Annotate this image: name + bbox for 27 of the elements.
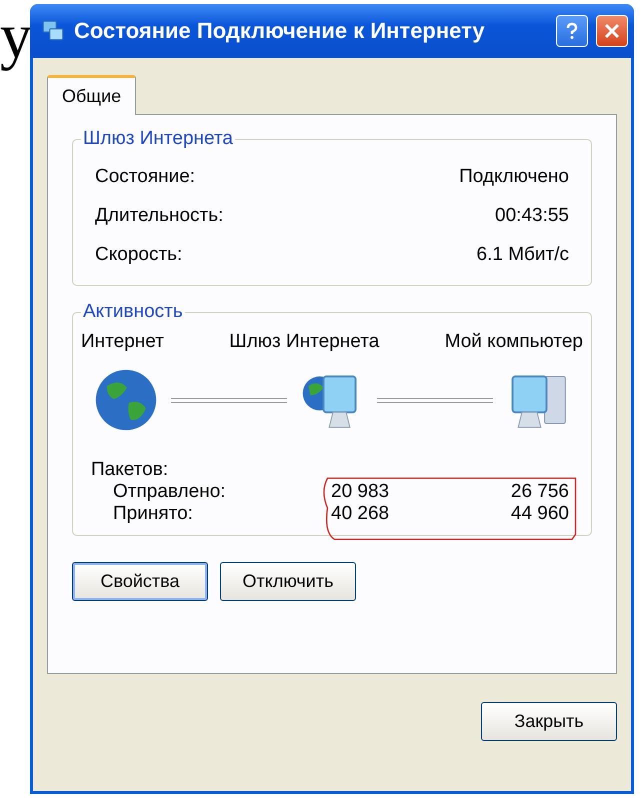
close-icon (602, 21, 622, 41)
dialog-button[interactable]: Отключить (220, 562, 356, 601)
field-label: Длительность: (95, 205, 224, 227)
packet-count: 40 268 (331, 503, 390, 525)
node-label: Интернет (81, 331, 164, 353)
close-button[interactable] (596, 15, 628, 47)
field-value: 6.1 Мбит/с (476, 244, 569, 266)
dialog-button[interactable]: Свойства (72, 562, 208, 601)
node-label: Шлюз Интернета (229, 331, 380, 353)
packet-label: Принято: (113, 503, 194, 525)
globe-icon (93, 367, 159, 433)
close-dialog-button[interactable]: Закрыть (481, 702, 617, 741)
tab[interactable]: Общие (47, 75, 136, 115)
packet-count: 44 960 (510, 503, 569, 525)
packet-label: Отправлено: (113, 481, 227, 503)
help-button[interactable] (556, 15, 588, 47)
window-title: Состояние Подключение к Интернету (74, 18, 486, 44)
field-value: Подключено (459, 166, 569, 188)
field-value: 00:43:55 (495, 205, 569, 227)
group-title: Шлюз Интернета (81, 128, 235, 150)
packet-count: 26 756 (510, 481, 569, 503)
node-label: Мой компьютер (444, 331, 583, 353)
field-label: Скорость: (95, 244, 182, 266)
packets-label: Пакетов: (91, 459, 168, 480)
background-letter: у (0, 4, 30, 73)
field-label: Состояние: (95, 166, 196, 188)
packet-count: 20 983 (331, 481, 390, 503)
